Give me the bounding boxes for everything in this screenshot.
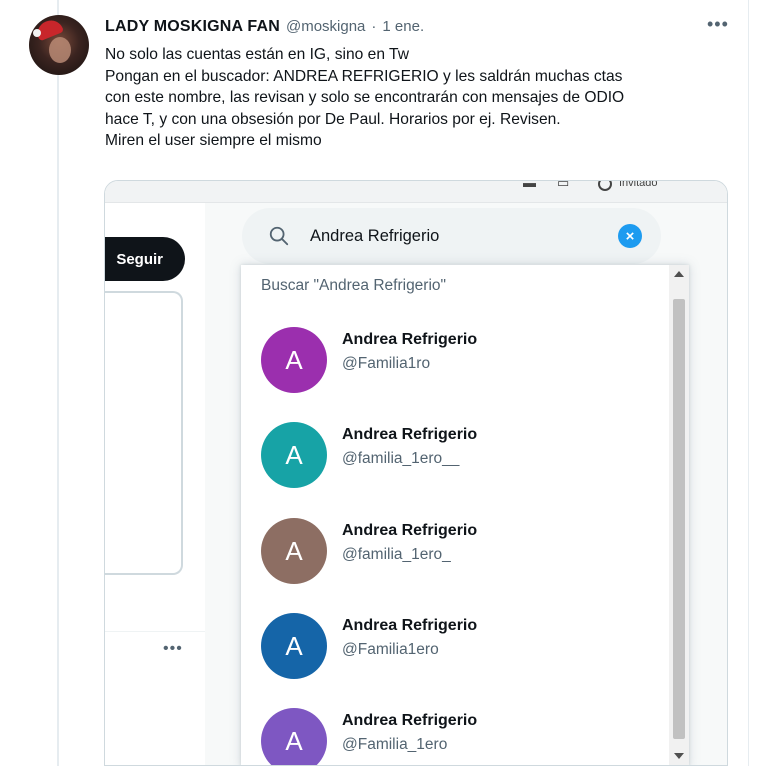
result-name: Andrea Refrigerio xyxy=(342,522,478,539)
search-box[interactable]: × xyxy=(242,208,661,264)
result-username: @Familia1ero xyxy=(342,641,439,658)
result-username: @Familia1ro xyxy=(342,355,431,372)
search-for-query[interactable]: Buscar "Andrea Refrigerio" xyxy=(261,277,446,295)
browser-toolbar: ▬ ▭ Invitado xyxy=(105,180,727,203)
profile-panel xyxy=(105,291,183,575)
more-options-icon[interactable]: ••• xyxy=(163,640,183,658)
search-icon xyxy=(269,226,289,246)
timeline-border xyxy=(748,0,749,766)
clear-search-icon[interactable]: × xyxy=(618,224,642,248)
result-name: Andrea Refrigerio xyxy=(342,712,478,729)
result-avatar: A xyxy=(261,422,327,488)
tab-icon: ▭ xyxy=(557,180,570,190)
divider xyxy=(105,631,205,632)
dropdown-scrollbar[interactable] xyxy=(669,265,689,765)
scroll-up-arrow-icon[interactable] xyxy=(674,271,684,277)
result-avatar: A xyxy=(261,518,327,584)
embedded-screenshot[interactable]: ▬ ▭ Invitado Seguir ••• × Buscar "Andrea… xyxy=(104,180,728,766)
result-avatar: A xyxy=(261,708,327,765)
search-result[interactable]: A Andrea Refrigerio @Familia1ro xyxy=(241,327,671,422)
more-options-icon[interactable]: ••• xyxy=(707,14,729,35)
follow-button[interactable]: Seguir xyxy=(105,237,185,281)
tweet-line: No solo las cuentas están en IG, sino en… xyxy=(105,46,409,63)
search-input[interactable] xyxy=(310,224,610,248)
guest-label: Invitado xyxy=(619,180,658,189)
profile-column: Seguir ••• xyxy=(105,203,205,765)
scroll-down-arrow-icon[interactable] xyxy=(674,753,684,759)
result-username: @familia_1ero_ xyxy=(342,546,451,563)
result-name: Andrea Refrigerio xyxy=(342,331,478,348)
result-username: @familia_1ero__ xyxy=(342,450,460,467)
thread-line xyxy=(57,0,59,766)
tweet-header: LADY MOSKIGNA FAN @moskigna · 1 ene. xyxy=(105,18,424,40)
tweet-line: hace T, y con una obsesión por De Paul. … xyxy=(105,110,561,128)
avatar[interactable] xyxy=(29,15,89,75)
search-result[interactable]: A Andrea Refrigerio @familia_1ero__ xyxy=(241,422,671,517)
result-name: Andrea Refrigerio xyxy=(342,426,478,443)
extensions-icon: ▬ xyxy=(523,180,536,190)
search-result[interactable]: A Andrea Refrigerio @familia_1ero_ xyxy=(241,518,671,613)
search-dropdown: Buscar "Andrea Refrigerio" A Andrea Refr… xyxy=(241,265,689,765)
search-result[interactable]: A Andrea Refrigerio @Familia1ero xyxy=(241,613,671,708)
avatar-hat-pom xyxy=(33,29,41,37)
header-separator: · xyxy=(371,18,377,35)
tweet-date[interactable]: 1 ene. xyxy=(382,18,424,35)
result-avatar: A xyxy=(261,327,327,393)
search-result[interactable]: A Andrea Refrigerio @Familia_1ero xyxy=(241,708,671,765)
tweet-line: con este nombre, las revisan y solo se e… xyxy=(105,89,625,106)
tweet-line: Miren el user siempre el mismo xyxy=(105,132,322,149)
result-avatar: A xyxy=(261,613,327,679)
tweet-line: Pongan en el buscador: ANDREA REFRIGERIO… xyxy=(105,67,623,85)
user-handle[interactable]: @moskigna xyxy=(286,18,365,35)
display-name[interactable]: LADY MOSKIGNA FAN xyxy=(105,18,280,36)
avatar-face xyxy=(49,37,71,63)
tweet-text: No solo las cuentas están en IG, sino en… xyxy=(105,44,725,152)
result-name: Andrea Refrigerio xyxy=(342,617,478,634)
result-username: @Familia_1ero xyxy=(342,736,448,753)
scroll-thumb[interactable] xyxy=(673,299,685,739)
profile-icon xyxy=(598,181,612,191)
